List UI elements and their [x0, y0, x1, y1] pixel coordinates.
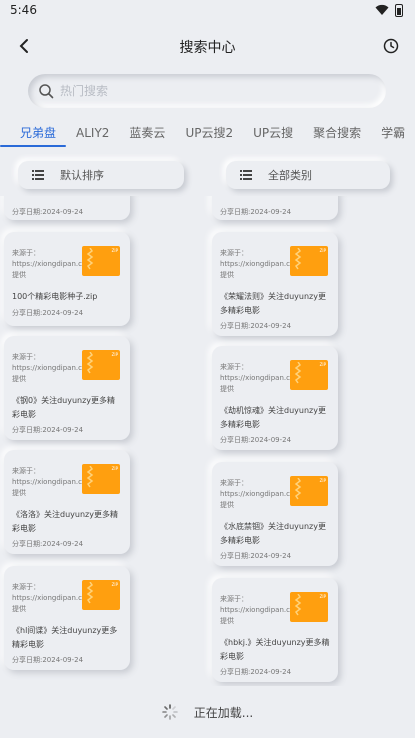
source-text: 来源于：https://xiongdipan.com/提供 [220, 595, 304, 625]
zip-icon [294, 248, 302, 270]
category-filter-button[interactable]: 全部类别 [226, 161, 390, 189]
result-title: 《钢0》关注duyunzy更多精彩电影 [12, 396, 116, 419]
share-date: 分享日期:2024-09-24 [220, 552, 292, 560]
tab-lanzouyun[interactable]: 蓝奏云 [119, 121, 175, 147]
wifi-icon [375, 4, 389, 15]
tab-aliy2[interactable]: ALIY2 [66, 121, 119, 147]
source-text: 来源于：https://xiongdipan.com/提供 [12, 467, 96, 497]
status-time: 5:46 [10, 3, 37, 17]
source-text: 来源于：https://xiongdipan.com/提供 [12, 583, 96, 613]
share-date: 分享日期:2024-09-24 [220, 322, 292, 330]
back-button[interactable] [12, 34, 36, 58]
file-thumbnail: ZIP [82, 464, 120, 494]
result-card[interactable]: 来源于：https://xiongdipan.com/提供 ZIP 《hl间谍》… [4, 566, 130, 670]
share-date: 分享日期:2024-09-24 [220, 208, 292, 216]
zip-icon [86, 582, 94, 604]
file-tag: ZIP [111, 352, 118, 357]
zip-icon [294, 362, 302, 384]
file-thumbnail: ZIP [82, 580, 120, 610]
back-arrow-icon [19, 39, 28, 53]
file-tag: ZIP [111, 582, 118, 587]
result-title: 《洛洛》关注duyunzy更多精彩电影 [12, 510, 118, 533]
file-tag: ZIP [111, 466, 118, 471]
filter-bar: 默认排序 全部类别 [0, 161, 415, 191]
search-box[interactable] [28, 74, 386, 108]
header: 搜索中心 [0, 30, 415, 64]
zip-icon [86, 466, 94, 488]
results-list: 分享日期:2024-09-24 来源于：https://xiongdipan.c… [0, 196, 415, 686]
zip-icon [86, 352, 94, 374]
status-bar: 5:46 [0, 0, 415, 20]
share-date: 分享日期:2024-09-24 [12, 208, 84, 216]
spinner-icon [161, 704, 178, 720]
share-date: 分享日期:2024-09-24 [220, 668, 292, 676]
source-text: 来源于：https://xiongdipan.com/提供 [220, 479, 304, 509]
zip-icon [294, 594, 302, 616]
tab-xueba[interactable]: 学霸 [371, 121, 415, 147]
list-icon [32, 170, 44, 180]
result-card[interactable]: 来源于：https://xiongdipan.com/提供 ZIP 《水底禁锢》… [212, 462, 338, 566]
search-icon [39, 84, 54, 99]
page-title: 搜索中心 [179, 40, 236, 56]
file-thumbnail: ZIP [290, 360, 328, 390]
source-text: 来源于：https://xiongdipan.com/提供 [220, 249, 304, 279]
loading-text: 正在加载... [193, 705, 254, 720]
share-date: 分享日期:2024-09-24 [12, 426, 84, 434]
result-card[interactable]: 来源于：https://xiongdipan.com/提供 ZIP 《hbkj.… [212, 578, 338, 682]
battery-icon [395, 3, 403, 17]
history-button[interactable] [379, 34, 403, 58]
result-card[interactable]: 来源于：https://xiongdipan.com/提供 ZIP 《荣耀法则》… [212, 232, 338, 336]
file-tag: ZIP [319, 594, 326, 599]
result-title: 《劫机惊魂》关注duyunzy更多精彩电影 [220, 406, 326, 429]
file-thumbnail: ZIP [290, 246, 328, 276]
status-icons [375, 3, 403, 17]
result-title: 100个精彩电影种子.zip [12, 292, 98, 301]
result-card[interactable]: 分享日期:2024-09-24 [4, 196, 130, 220]
file-thumbnail: ZIP [82, 246, 120, 276]
share-date: 分享日期:2024-09-24 [12, 656, 84, 664]
file-tag: ZIP [111, 248, 118, 253]
file-thumbnail: ZIP [290, 592, 328, 622]
tab-aggregate-search[interactable]: 聚合搜索 [303, 121, 371, 147]
tab-up-search[interactable]: UP云搜 [243, 121, 303, 147]
file-tag: ZIP [319, 248, 326, 253]
result-title: 《水底禁锢》关注duyunzy更多精彩电影 [220, 522, 326, 545]
source-text: 来源于：https://xiongdipan.com/提供 [12, 353, 96, 383]
result-card[interactable]: 来源于：https://xiongdipan.com/提供 ZIP 《劫机惊魂》… [212, 346, 338, 450]
zip-icon [294, 478, 302, 500]
category-filter-label: 全部类别 [268, 169, 312, 182]
tab-bar: 兄弟盘 ALIY2 蓝奏云 UP云搜2 UP云搜 聚合搜索 学霸 [0, 120, 415, 148]
sort-filter-label: 默认排序 [60, 169, 104, 182]
file-thumbnail: ZIP [290, 476, 328, 506]
share-date: 分享日期:2024-09-24 [12, 540, 84, 548]
tab-up-search-2[interactable]: UP云搜2 [175, 121, 243, 147]
result-title: 《hl间谍》关注duyunzy更多精彩电影 [12, 626, 118, 649]
result-card[interactable]: 来源于：https://xiongdipan.com/提供 ZIP 100个精彩… [4, 232, 130, 326]
file-thumbnail: ZIP [82, 350, 120, 380]
result-card[interactable]: 来源于：https://xiongdipan.com/提供 ZIP 《钢0》关注… [4, 336, 130, 440]
source-text: 来源于：https://xiongdipan.com/提供 [12, 249, 96, 279]
clock-icon [383, 38, 399, 54]
result-title: 《hbkj.》关注duyunzy更多精彩电影 [220, 638, 330, 661]
file-tag: ZIP [319, 478, 326, 483]
list-icon [240, 170, 252, 180]
tab-xiongdipan[interactable]: 兄弟盘 [0, 121, 67, 147]
sort-filter-button[interactable]: 默认排序 [18, 161, 184, 189]
result-title: 《荣耀法则》关注duyunzy更多精彩电影 [220, 292, 326, 315]
share-date: 分享日期:2024-09-24 [220, 436, 292, 444]
loading-indicator: 正在加载... [0, 702, 415, 722]
share-date: 分享日期:2024-09-24 [12, 309, 84, 317]
result-card[interactable]: 来源于：https://xiongdipan.com/提供 ZIP 《洛洛》关注… [4, 450, 130, 554]
zip-icon [86, 248, 94, 270]
search-input[interactable] [60, 84, 340, 98]
file-tag: ZIP [319, 362, 326, 367]
source-text: 来源于：https://xiongdipan.com/提供 [220, 363, 304, 393]
result-card[interactable]: 分享日期:2024-09-24 [212, 196, 338, 220]
